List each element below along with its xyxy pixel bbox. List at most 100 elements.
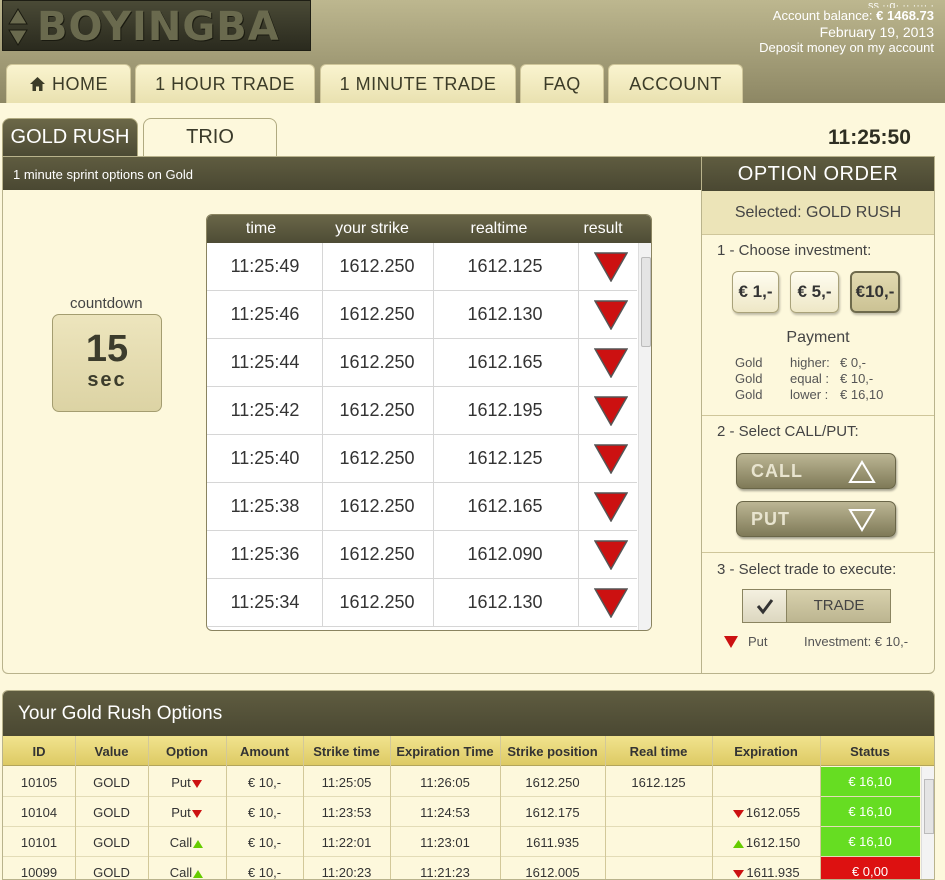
options-scrollbar-thumb[interactable] (924, 779, 934, 834)
column-divider (322, 435, 323, 483)
tab-gold-rush[interactable]: GOLD RUSH (2, 118, 138, 156)
nav-account[interactable]: ACCOUNT (608, 64, 743, 103)
nav-account-label: ACCOUNT (629, 73, 722, 94)
tick-realtime: 1612.195 (467, 400, 543, 420)
header-band: BOYINGBA ss ··g· ·· ···· · Account balan… (0, 0, 945, 103)
options-header-cell[interactable]: Expiration Time (390, 744, 500, 759)
tick-scrollbar-thumb[interactable] (641, 257, 651, 347)
order-title: OPTION ORDER (702, 157, 934, 191)
nav-faq[interactable]: FAQ (520, 64, 604, 103)
tick-table: time your strike realtime result 11:25:4… (206, 214, 652, 631)
nav-home-label: HOME (52, 73, 108, 94)
nav-faq-label: FAQ (543, 73, 581, 94)
options-row[interactable]: 10099 GOLD Call € 10,- 11:20:23 11:21:23 1612.… (3, 857, 920, 880)
column-divider (578, 579, 579, 627)
options-row[interactable]: 10105 GOLD Put € 10,- 11:25:05 11:26:05 1612.2… (3, 767, 920, 797)
header-time: time (245, 220, 277, 237)
balance-label: Account balance: (772, 8, 873, 23)
result-down-icon (594, 348, 628, 378)
tick-time: 11:25:36 (230, 544, 300, 564)
options-header-cell[interactable]: ID (3, 744, 75, 759)
trade-button[interactable]: TRADE (742, 589, 891, 623)
options-header-cell[interactable]: Status (820, 744, 920, 759)
expiration-value: 1612.150 (745, 835, 801, 850)
column-divider (433, 339, 434, 387)
result-down-icon (594, 444, 628, 474)
tick-strike: 1612.250 (339, 496, 415, 516)
payment-amount: € 0,- (840, 355, 867, 370)
nav-1-hour-trade[interactable]: 1 HOUR TRADE (135, 64, 315, 103)
options-header-cell[interactable]: Amount (226, 744, 303, 759)
column-divider (578, 291, 579, 339)
options-header-cell[interactable]: Value (75, 744, 148, 759)
tick-realtime: 1612.125 (467, 448, 543, 468)
options-cell-amount: € 10,- (247, 805, 282, 820)
expiration-down-icon (732, 809, 744, 818)
options-cell-value: GOLD (93, 865, 130, 880)
invest-10-button[interactable]: €10,- (850, 271, 900, 313)
options-cell-expiration: 1612.055 (712, 805, 820, 820)
options-cell-option: Put (148, 775, 226, 790)
header-your-strike: your strike (335, 220, 409, 237)
countdown-label: countdown (70, 295, 143, 312)
options-header-cell[interactable]: Strike position (500, 744, 605, 759)
column-divider (433, 483, 434, 531)
put-button[interactable]: PUT (736, 501, 896, 537)
tick-row: 11:25:36 1612.250 1612.090 (207, 531, 637, 579)
checkmark-icon (743, 590, 787, 622)
options-cell-real-time: 1612.125 (631, 775, 686, 790)
option-order-panel: OPTION ORDER Selected: GOLD RUSH 1 - Cho… (701, 156, 935, 674)
nav-home[interactable]: HOME (6, 64, 131, 103)
step3-label: 3 - Select trade to execute: (717, 561, 897, 578)
options-cell-strike-time: 11:23:53 (321, 805, 372, 820)
nav-1-minute-trade[interactable]: 1 MINUTE TRADE (320, 64, 516, 103)
payment-amount: € 10,- (840, 371, 874, 386)
column-divider (226, 736, 227, 879)
tick-time: 11:25:44 (230, 352, 300, 372)
options-row[interactable]: 10101 GOLD Call € 10,- 11:22:01 11:23:01 1611.… (3, 827, 920, 857)
put-label: PUT (751, 509, 790, 529)
invest-5-button[interactable]: € 5,- (790, 271, 839, 313)
tick-time: 11:25:49 (230, 256, 300, 276)
options-cell-amount: € 10,- (247, 865, 282, 880)
put-direction-icon (724, 636, 738, 648)
balance-value: € 1468.73 (876, 8, 934, 23)
tick-row: 11:25:49 1612.250 1612.125 (207, 243, 637, 291)
options-header-cell[interactable]: Real time (605, 744, 712, 759)
options-cell-amount: € 10,- (247, 775, 282, 790)
tick-row: 11:25:34 1612.250 1612.130 (207, 579, 637, 627)
tick-strike: 1612.250 (339, 352, 415, 372)
column-divider (148, 736, 149, 879)
options-cell-exp-time: 11:26:05 (420, 775, 470, 790)
result-down-icon (594, 540, 628, 570)
summary-direction: Put (748, 634, 768, 649)
divider (702, 415, 934, 416)
logo[interactable]: BOYINGBA (2, 0, 311, 51)
tick-scrollbar[interactable] (638, 243, 651, 630)
column-divider (322, 243, 323, 291)
deposit-link[interactable]: Deposit money on my account (759, 40, 934, 56)
header-realtime: realtime (470, 220, 528, 237)
tab-trio[interactable]: TRIO (143, 118, 277, 156)
column-divider (578, 387, 579, 435)
options-header-cell[interactable]: Strike time (303, 744, 390, 759)
tick-rows[interactable]: 11:25:49 1612.250 1612.125 11:25:46 1612.250… (207, 243, 637, 627)
result-down-icon (594, 588, 628, 618)
divider (702, 552, 934, 553)
trade-label: TRADE (813, 597, 865, 614)
options-header-cell[interactable]: Option (148, 744, 226, 759)
tick-strike: 1612.250 (339, 256, 415, 276)
column-divider (500, 736, 501, 879)
header-result: result (583, 220, 623, 237)
options-row[interactable]: 10104 GOLD Put € 10,- 11:23:53 11:24:53 1612.1… (3, 797, 920, 827)
column-divider (578, 339, 579, 387)
invest-1-button[interactable]: € 1,- (732, 271, 779, 313)
column-divider (605, 736, 606, 879)
options-scrollbar[interactable] (921, 767, 934, 879)
payment-amount: € 16,10 (840, 387, 884, 402)
tick-row: 11:25:40 1612.250 1612.125 (207, 435, 637, 483)
column-divider (322, 291, 323, 339)
options-header-cell[interactable]: Expiration (712, 744, 820, 759)
call-button[interactable]: CALL (736, 453, 896, 489)
countdown-value: 15 (85, 328, 129, 370)
